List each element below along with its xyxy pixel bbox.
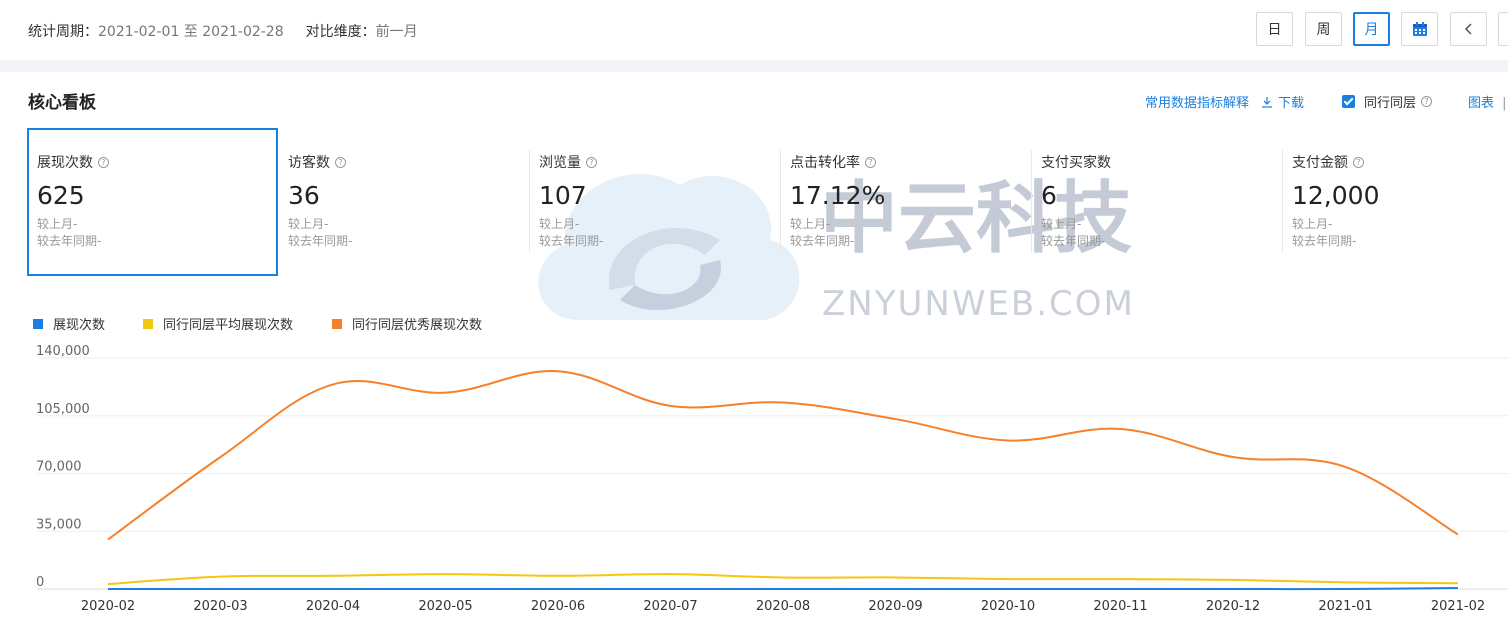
x-tick-label: 2020-11 xyxy=(1093,599,1147,614)
metric-label: 支付买家数 xyxy=(1041,155,1111,171)
x-tick-label: 2021-01 xyxy=(1318,599,1372,614)
metric-divider xyxy=(529,150,530,252)
series-line xyxy=(107,573,1459,586)
metric-value: 625 xyxy=(37,181,85,210)
metric-mom: 较上月- xyxy=(790,217,831,231)
x-tick-label: 2020-05 xyxy=(418,599,472,614)
metric-divider xyxy=(780,150,781,252)
y-tick-label: 140,000 xyxy=(36,344,90,359)
period-label: 统计周期： xyxy=(28,24,98,40)
metric-paying-buyers[interactable]: 支付买家数 6 较上月- 较去年同期- xyxy=(1031,128,1282,276)
compare-label: 对比维度： xyxy=(305,24,376,40)
period-value[interactable]: 2021-02-01 至 2021-02-28 xyxy=(98,24,284,40)
metric-pageviews[interactable]: 浏览量? 107 较上月- 较去年同期- xyxy=(529,128,780,276)
metric-label: 浏览量 xyxy=(539,155,581,171)
metric-divider xyxy=(1031,150,1032,252)
help-icon[interactable]: ? xyxy=(586,156,597,168)
line-chart[interactable]: 140,000 105,000 70,000 35,000 0 2020-02 2020-0… xyxy=(0,330,1508,620)
metric-impressions[interactable]: 展现次数? 625 较上月- 较去年同期- xyxy=(27,128,278,276)
metric-conversion-rate[interactable]: 点击转化率? 17.12% 较上月- 较去年同期- xyxy=(780,128,1031,276)
watermark-en: ZNYUNWEB.COM xyxy=(822,284,1135,324)
prev-period-button[interactable] xyxy=(1450,12,1487,46)
metric-label: 访客数 xyxy=(288,155,330,171)
metric-yoy: 较去年同期- xyxy=(790,234,855,248)
x-tick-label: 2020-07 xyxy=(643,599,697,614)
chart-link-label[interactable]: 图表 xyxy=(1468,96,1494,111)
x-tick-label: 2021-02 xyxy=(1431,599,1485,614)
y-tick-label: 0 xyxy=(36,575,44,590)
metric-value: 12,000 xyxy=(1292,181,1380,210)
metric-mom: 较上月- xyxy=(288,217,329,231)
series-line xyxy=(107,370,1459,541)
metric-label: 点击转化率 xyxy=(790,155,860,171)
section-divider xyxy=(0,60,1508,72)
metric-mom: 较上月- xyxy=(37,217,78,231)
metric-mom: 较上月- xyxy=(1041,217,1082,231)
metric-yoy: 较去年同期- xyxy=(1041,234,1106,248)
metric-value: 107 xyxy=(539,181,587,210)
x-tick-label: 2020-03 xyxy=(193,599,247,614)
card-title: 核心看板 xyxy=(28,93,96,113)
y-tick-label: 105,000 xyxy=(36,402,90,417)
metric-divider xyxy=(1282,150,1283,252)
legend-swatch xyxy=(143,318,153,329)
stat-period: 统计周期：2021-02-01 至 2021-02-28 对比维度：前一月 xyxy=(28,21,418,41)
x-tick-label: 2020-04 xyxy=(306,599,360,614)
metric-value: 36 xyxy=(288,181,320,210)
x-tick-label: 2020-06 xyxy=(531,599,585,614)
metric-label: 支付金额 xyxy=(1292,155,1348,171)
y-tick-label: 70,000 xyxy=(36,460,82,475)
download-label: 下载 xyxy=(1278,96,1305,111)
month-button[interactable]: 月 xyxy=(1353,12,1390,46)
x-tick-label: 2020-10 xyxy=(981,599,1035,614)
download-icon xyxy=(1262,96,1272,108)
metric-label: 展现次数 xyxy=(37,155,93,171)
metric-yoy: 较去年同期- xyxy=(1292,234,1357,248)
x-tick-label: 2020-08 xyxy=(756,599,810,614)
metric-yoy: 较去年同期- xyxy=(539,234,604,248)
help-icon[interactable]: ? xyxy=(98,156,109,168)
metric-payment-amount[interactable]: 支付金额? 12,000 较上月- 较去年同期- xyxy=(1282,128,1508,276)
download-link[interactable]: 下载 xyxy=(1261,92,1304,111)
top-bar: 统计周期：2021-02-01 至 2021-02-28 对比维度：前一月 日 周… xyxy=(0,0,1508,60)
legend-swatch xyxy=(33,318,43,329)
x-tick-label: 2020-02 xyxy=(81,599,135,614)
chevron-left-icon xyxy=(1464,23,1472,35)
peer-label: 同行同层 xyxy=(1364,96,1417,111)
x-tick-label: 2020-12 xyxy=(1206,599,1260,614)
metric-yoy: 较去年同期- xyxy=(288,234,353,248)
day-button[interactable]: 日 xyxy=(1256,12,1293,46)
legend-swatch xyxy=(332,318,342,329)
x-tick-label: 2020-09 xyxy=(868,599,922,614)
compare-value[interactable]: 前一月 xyxy=(376,24,418,40)
chart-view-link[interactable]: 图表 | xyxy=(1468,92,1507,111)
help-icon[interactable]: ? xyxy=(1421,96,1433,107)
help-icon[interactable]: ? xyxy=(1353,156,1364,168)
header-separator: | xyxy=(1502,96,1507,111)
help-icon[interactable]: ? xyxy=(865,156,876,168)
peer-toggle[interactable]: 同行同层 ? xyxy=(1342,92,1433,111)
week-button[interactable]: 周 xyxy=(1305,12,1342,46)
calendar-icon xyxy=(1412,22,1427,36)
metric-value: 6 xyxy=(1041,181,1057,210)
series-line xyxy=(108,586,1459,591)
metric-explain-link[interactable]: 常用数据指标解释 xyxy=(1145,92,1249,111)
metric-visitors[interactable]: 访客数? 36 较上月- 较去年同期- xyxy=(278,128,529,276)
metric-mom: 较上月- xyxy=(1292,217,1333,231)
peer-checkbox[interactable] xyxy=(1342,95,1355,108)
next-period-button[interactable] xyxy=(1498,12,1508,46)
help-icon[interactable]: ? xyxy=(335,156,346,168)
metric-value: 17.12% xyxy=(790,181,886,210)
calendar-button[interactable] xyxy=(1401,12,1438,46)
y-tick-label: 35,000 xyxy=(36,517,82,532)
metric-yoy: 较去年同期- xyxy=(37,234,102,248)
metric-mom: 较上月- xyxy=(539,217,580,231)
